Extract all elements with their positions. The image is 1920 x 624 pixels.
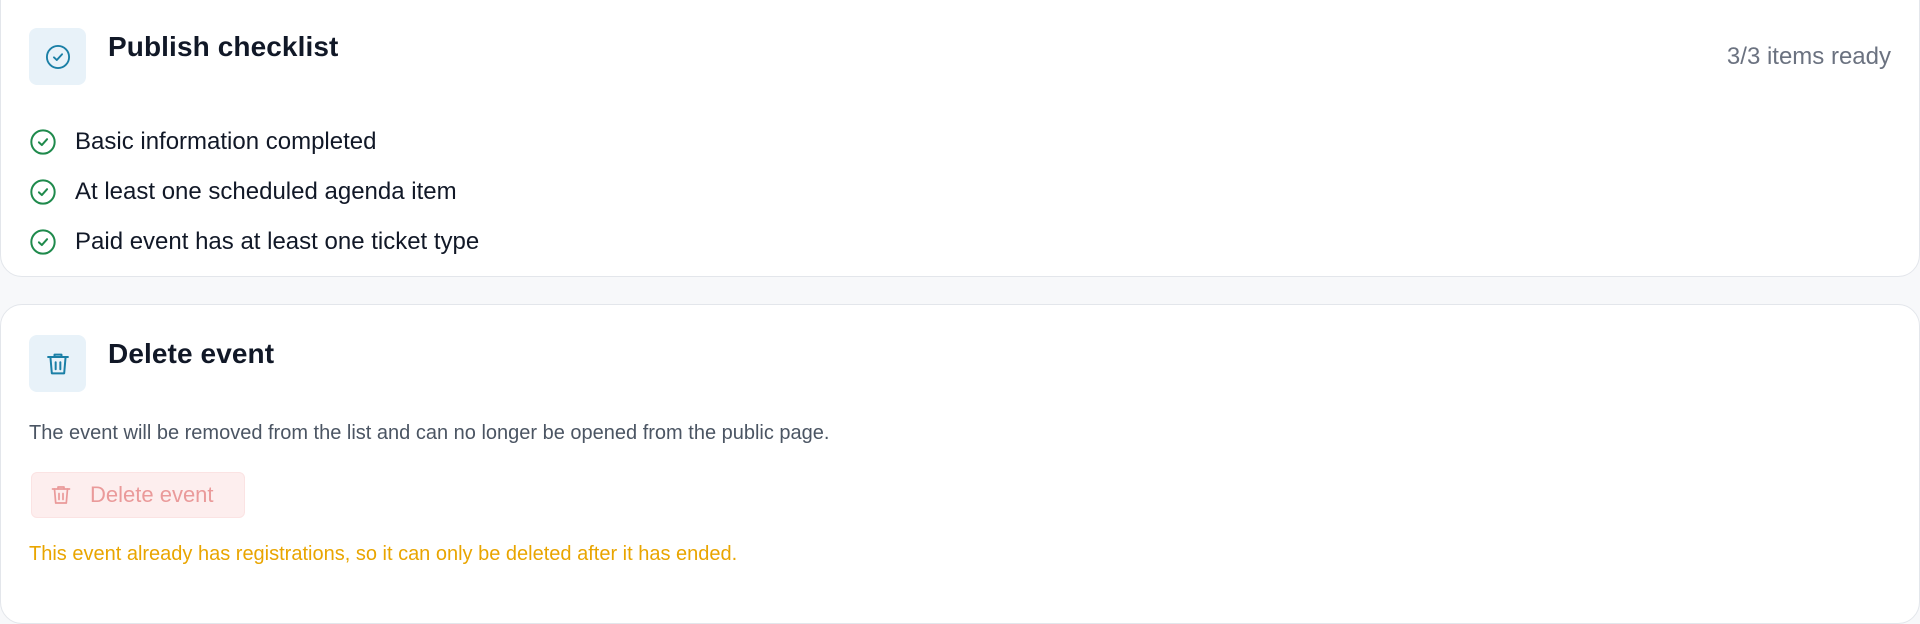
checklist-item-label: At least one scheduled agenda item [75,178,457,205]
trash-icon [48,482,74,508]
checklist-item-label: Basic information completed [75,128,377,155]
publish-checklist-card: Publish checklist 3/3 items ready Basic … [0,0,1920,277]
checklist-item: Paid event has at least one ticket type [29,217,479,267]
check-circle-icon [29,178,57,206]
delete-description: The event will be removed from the list … [29,422,830,444]
check-circle-icon [29,28,86,85]
checklist-item: At least one scheduled agenda item [29,167,479,217]
checklist-item-label: Paid event has at least one ticket type [75,228,480,255]
delete-event-card: Delete event The event will be removed f… [0,304,1920,624]
delete-warning: This event already has registrations, so… [29,543,738,565]
delete-event-button[interactable]: Delete event [31,472,245,518]
ready-count: 3/3 items ready [1726,43,1891,70]
delete-section-title: Delete event [108,338,275,369]
check-circle-icon [29,128,57,156]
checklist-items: Basic information completed At least one… [29,117,479,267]
delete-event-button-label: Delete event [90,482,214,507]
trash-icon [29,335,86,392]
checklist-title: Publish checklist [108,31,339,62]
check-circle-icon [29,228,57,256]
checklist-item: Basic information completed [29,117,479,167]
